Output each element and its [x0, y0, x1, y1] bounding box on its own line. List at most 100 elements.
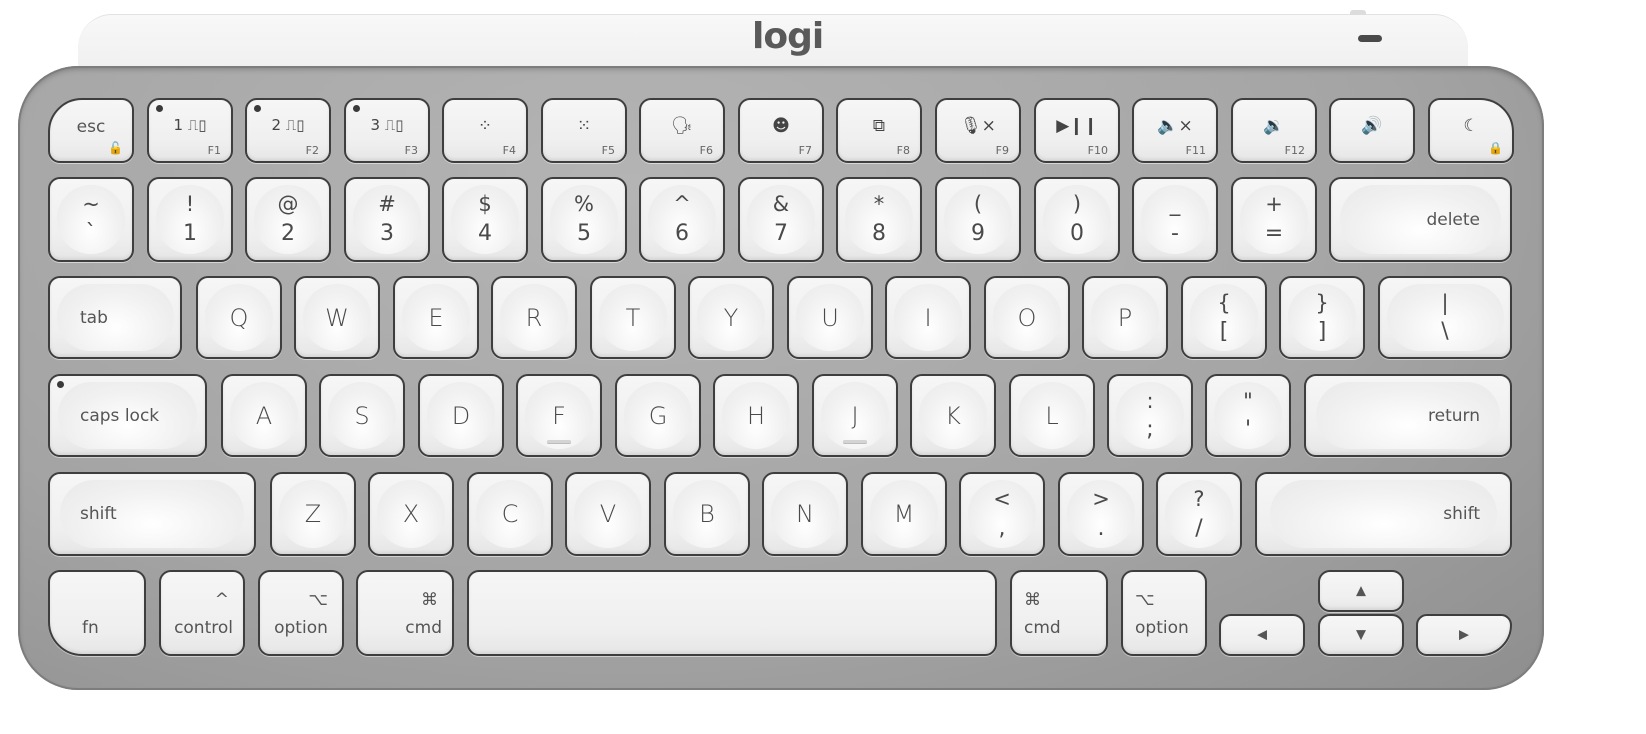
key-s[interactable]: S	[319, 374, 405, 457]
key-b[interactable]: B	[664, 472, 750, 556]
key-f11[interactable]: 🔈× F11	[1132, 98, 1218, 163]
key-arrow-right[interactable]: ▶	[1416, 614, 1512, 656]
key-symbol-13[interactable]: | \	[1378, 276, 1512, 359]
key-z[interactable]: Z	[270, 472, 356, 556]
key-space[interactable]	[467, 570, 997, 656]
key-symbol-8[interactable]: <,	[959, 472, 1045, 556]
key-6[interactable]: ^ 6	[639, 177, 725, 262]
backlight-down-icon: ⁘	[477, 115, 493, 136]
key-f7[interactable]: ☻ F7	[738, 98, 824, 163]
option-symbol-icon: ⌥	[1135, 590, 1155, 610]
key-h[interactable]: H	[713, 374, 799, 457]
key-cmd-right[interactable]: ⌘ cmd	[1010, 570, 1108, 656]
key-dnd[interactable]: ☾ 🔒	[1428, 98, 1514, 163]
key-symbol-11[interactable]: {[	[1181, 276, 1267, 359]
key-2[interactable]: @2	[245, 177, 331, 262]
key-option-left[interactable]: ⌥ option	[258, 570, 344, 656]
emoji-icon: ☻	[772, 115, 790, 136]
key-j[interactable]: J	[812, 374, 898, 457]
key-f7-fn-label: F7	[798, 144, 812, 157]
key-9[interactable]: (9	[935, 177, 1021, 262]
key-f9[interactable]: 🎙× F9	[935, 98, 1021, 163]
key-esc[interactable]: esc 🔓	[48, 98, 134, 163]
key-option-right[interactable]: ⌥ option	[1121, 570, 1207, 656]
option-label: option	[1135, 618, 1189, 638]
key-w[interactable]: W	[294, 276, 380, 359]
key-r[interactable]: R	[491, 276, 577, 359]
key-0[interactable]: ) 0	[1034, 177, 1120, 262]
key-caps-lock-label: caps lock	[80, 405, 160, 426]
key-e[interactable]: E	[393, 276, 479, 359]
control-label: control	[174, 618, 233, 638]
key-n[interactable]: N	[762, 472, 848, 556]
key-f4-fn-label: F4	[502, 144, 516, 157]
key-f4[interactable]: ⁘ F4	[442, 98, 528, 163]
key-c[interactable]: C	[467, 472, 553, 556]
key-o[interactable]: O	[984, 276, 1070, 359]
key-f10[interactable]: ▶❙❙ F10	[1034, 98, 1120, 163]
key-shift-left[interactable]: shift	[48, 472, 256, 556]
key-i[interactable]: I	[885, 276, 971, 359]
key-q[interactable]: Q	[196, 276, 282, 359]
key-arrow-up[interactable]: ▲	[1318, 570, 1404, 612]
key-char: Y	[723, 303, 739, 332]
key-cmd-left[interactable]: ⌘ cmd	[356, 570, 454, 656]
key-t[interactable]: T	[590, 276, 676, 359]
key-a[interactable]: A	[221, 374, 307, 457]
base-char: .	[1097, 515, 1105, 541]
power-switch[interactable]	[1350, 10, 1366, 15]
key-8[interactable]: * 8	[836, 177, 922, 262]
key-f1-fn-label: F1	[207, 144, 221, 157]
key-l[interactable]: L	[1009, 374, 1095, 457]
key-shift-right[interactable]: shift	[1255, 472, 1512, 556]
key-1[interactable]: ! 1	[147, 177, 233, 262]
key-char: N	[796, 500, 814, 528]
key-u[interactable]: U	[787, 276, 873, 359]
key-k[interactable]: K	[910, 374, 996, 457]
key-m[interactable]: M	[861, 472, 947, 556]
key-g[interactable]: G	[615, 374, 701, 457]
key-7[interactable]: & 7	[738, 177, 824, 262]
key-v[interactable]: V	[565, 472, 651, 556]
key-3[interactable]: #3	[344, 177, 430, 262]
key-f11-fn-label: F11	[1185, 144, 1206, 157]
key-arrow-left[interactable]: ◀	[1219, 614, 1305, 656]
key-p[interactable]: P	[1082, 276, 1168, 359]
key-x[interactable]: X	[368, 472, 454, 556]
key-symbol-0[interactable]: ~ `	[48, 177, 134, 262]
key-arrow-down[interactable]: ▼	[1318, 614, 1404, 656]
key-symbol-9[interactable]: >.	[1058, 472, 1144, 556]
key-f2-fn-label: F2	[305, 144, 319, 157]
base-char: ,	[998, 515, 1006, 541]
key-f6[interactable]: 🗣 F6	[639, 98, 725, 163]
key-return[interactable]: return	[1304, 374, 1512, 457]
key-f8[interactable]: ⧉ F8	[836, 98, 922, 163]
key-4[interactable]: $4	[442, 177, 528, 262]
key-f2[interactable]: 2 ⎍▯ F2	[245, 98, 331, 163]
key-tab[interactable]: tab	[48, 276, 182, 359]
key-symbol-10[interactable]: :;	[1107, 374, 1193, 457]
base-char: 8	[872, 221, 886, 247]
esc-label: esc	[76, 117, 106, 138]
key-symbol-10[interactable]: ? /	[1156, 472, 1242, 556]
key-f1[interactable]: 1 ⎍▯ F1	[147, 98, 233, 163]
key-char: X	[402, 500, 420, 528]
key-y[interactable]: Y	[688, 276, 774, 359]
key-delete[interactable]: delete	[1329, 177, 1512, 262]
key-f12[interactable]: 🔉 F12	[1231, 98, 1317, 163]
key-5[interactable]: % 5	[541, 177, 627, 262]
key-symbol-11[interactable]: _ -	[1132, 177, 1218, 262]
key-fn[interactable]: fn	[48, 570, 146, 656]
base-char: ]	[1317, 319, 1327, 345]
key-vol-up[interactable]: 🔊	[1329, 98, 1415, 163]
key-d[interactable]: D	[418, 374, 504, 457]
key-symbol-11[interactable]: " '	[1205, 374, 1291, 457]
key-control[interactable]: ^ control	[159, 570, 245, 656]
key-symbol-12[interactable]: }]	[1279, 276, 1365, 359]
key-symbol-12[interactable]: + =	[1231, 177, 1317, 262]
key-f3[interactable]: 3 ⎍▯ F3	[344, 98, 430, 163]
key-char: Z	[304, 500, 322, 528]
key-f[interactable]: F	[516, 374, 602, 457]
key-f5[interactable]: ⁙ F5	[541, 98, 627, 163]
key-caps-lock[interactable]: caps lock	[48, 374, 207, 457]
